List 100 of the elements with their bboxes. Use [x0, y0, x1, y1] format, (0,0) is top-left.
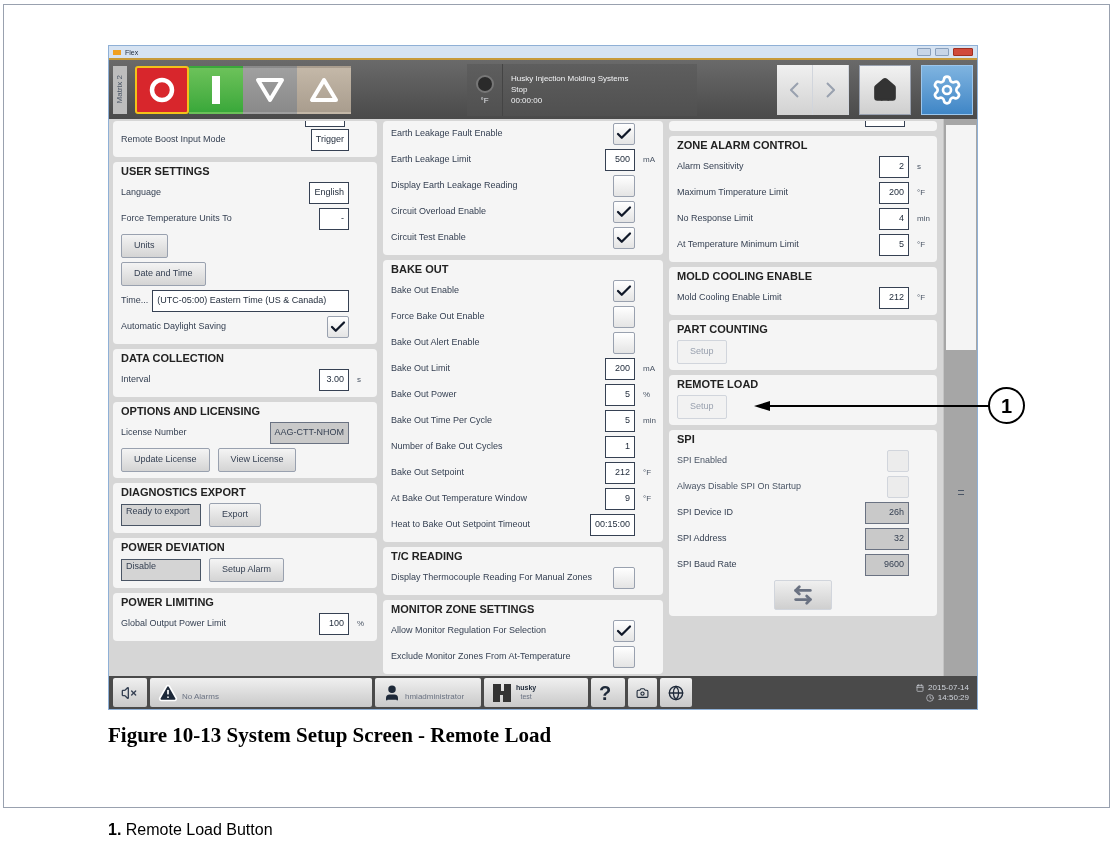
setting-label: Bake Out Limit — [391, 362, 451, 376]
setting-label: Global Output Power Limit — [121, 617, 227, 631]
machine-control-button[interactable] — [243, 65, 297, 114]
input-field[interactable]: 00:15:00 — [589, 514, 635, 536]
unit-label: °F — [642, 467, 653, 479]
setting-button[interactable]: Units — [121, 234, 168, 258]
status-bar-button[interactable] — [628, 678, 657, 707]
section-title: T/C READING — [391, 549, 464, 564]
input-field[interactable]: - — [319, 208, 349, 230]
input-field[interactable]: 5 — [605, 384, 635, 406]
section-title: SPI — [677, 432, 696, 447]
input-field[interactable]: 200 — [605, 358, 635, 380]
setting-button[interactable]: Date and Time — [121, 262, 206, 286]
checkbox[interactable] — [613, 123, 635, 145]
unit-label: % — [642, 389, 652, 401]
checkbox[interactable] — [327, 316, 349, 338]
setting-button[interactable]: View License — [217, 448, 297, 472]
setting-label: Automatic Daylight Saving — [121, 320, 227, 334]
unit-label: °F — [916, 292, 927, 304]
view-button[interactable] — [859, 64, 911, 115]
setting-button[interactable]: Setup Alarm — [209, 558, 285, 582]
unit-label: °F — [916, 187, 927, 199]
setting-label: Display Thermocouple Reading For Manual Zones — [391, 571, 592, 585]
input-field[interactable]: Trigger — [310, 129, 349, 151]
unit-label: mA — [642, 154, 655, 166]
setting-button[interactable]: Update License — [121, 448, 210, 472]
figure-caption: Figure 10-13 System Setup Screen - Remote Load — [108, 722, 553, 749]
section-title: OPTIONS AND LICENSING — [121, 404, 261, 419]
section-title: MONITOR ZONE SETTINGS — [391, 602, 536, 617]
section-title: DIAGNOSTICS EXPORT — [121, 485, 247, 500]
checkbox[interactable] — [613, 332, 635, 354]
input-field[interactable]: 200 — [879, 182, 909, 204]
home-icon — [872, 76, 898, 103]
setting-label: No Response Limit — [677, 212, 754, 226]
checkbox[interactable] — [613, 306, 635, 328]
setting-label: Allow Monitor Regulation For Selection — [391, 624, 547, 638]
input-field[interactable]: AAG-CTT-NHOM — [269, 422, 349, 444]
swap-arrows-button[interactable] — [774, 580, 832, 610]
section-title: DATA COLLECTION — [121, 351, 226, 366]
setting-label: Bake Out Setpoint — [391, 466, 465, 480]
input-field[interactable]: 26h — [865, 502, 909, 524]
down-triangle-icon — [255, 76, 285, 103]
machine-control-button[interactable] — [297, 65, 351, 114]
input-field: Disable — [121, 559, 201, 581]
tab[interactable]: Matrix 2 — [113, 65, 127, 114]
status-bar-button[interactable]: hmiadministrator — [375, 678, 481, 707]
warning-icon — [158, 682, 178, 703]
input-field[interactable]: 9 — [605, 488, 635, 510]
input-field[interactable] — [305, 121, 345, 127]
setting-label: At Temperature Minimum Limit — [677, 238, 799, 252]
logo-icon — [492, 682, 512, 703]
checkbox[interactable] — [613, 227, 635, 249]
setting-button[interactable]: Export — [209, 503, 261, 527]
status-bar-button[interactable]: ? — [591, 678, 625, 707]
checkbox[interactable] — [613, 201, 635, 223]
setting-label: Display Earth Leakage Reading — [391, 179, 518, 193]
input-field[interactable]: 32 — [865, 528, 909, 550]
input-field[interactable]: 5 — [605, 410, 635, 432]
checkbox[interactable] — [613, 646, 635, 668]
input-field[interactable]: 3.00 — [319, 369, 349, 391]
status-bar-button[interactable] — [113, 678, 147, 707]
checkbox[interactable] — [613, 280, 635, 302]
status-bar-button[interactable] — [660, 678, 692, 707]
input-field[interactable]: English — [309, 182, 349, 204]
setting-label: Bake Out Time Per Cycle — [391, 414, 493, 428]
checkbox[interactable] — [613, 567, 635, 589]
setting-label: Bake Out Enable — [391, 284, 460, 298]
start-icon — [212, 75, 220, 104]
machine-control-button[interactable] — [189, 65, 243, 114]
status-bar-button[interactable]: No Alarms — [150, 678, 372, 707]
input-field[interactable]: 212 — [605, 462, 635, 484]
setting-label: Exclude Monitor Zones From At-Temperature — [391, 650, 571, 664]
clock-icon — [925, 693, 934, 702]
setting-label: SPI Device ID — [677, 506, 734, 520]
input-field[interactable]: 4 — [879, 208, 909, 230]
input-field[interactable]: 1 — [605, 436, 635, 458]
input-field[interactable]: 100 — [319, 613, 349, 635]
checkbox[interactable] — [613, 175, 635, 197]
scrollbar[interactable] — [943, 119, 977, 676]
calendar-icon — [916, 683, 925, 692]
grip-icon — [957, 490, 964, 495]
date-text: 2015-07-14 — [928, 683, 969, 692]
input-field[interactable] — [865, 121, 905, 127]
machine-control-button[interactable] — [135, 65, 189, 114]
setting-label: Bake Out Power — [391, 388, 457, 402]
unit-label: % — [356, 618, 366, 630]
input-field[interactable]: 5 — [879, 234, 909, 256]
setting-label: Circuit Test Enable — [391, 231, 466, 245]
section-title: BAKE OUT — [391, 262, 450, 277]
setting-label: SPI Baud Rate — [677, 558, 737, 572]
setting-label: Maximum Timperature Limit — [677, 186, 789, 200]
input-field[interactable]: 2 — [879, 156, 909, 178]
checkbox[interactable] — [613, 620, 635, 642]
scrollbar-thumb[interactable] — [945, 125, 976, 350]
input-field[interactable]: 212 — [879, 287, 909, 309]
input-field[interactable]: 500 — [605, 149, 635, 171]
section-title: USER SETTINGS — [121, 164, 211, 179]
input-field[interactable]: 9600 — [865, 554, 909, 576]
section-title: POWER LIMITING — [121, 595, 215, 610]
input-field[interactable]: (UTC-05:00) Eastern Time (US & Canada) — [152, 290, 349, 312]
